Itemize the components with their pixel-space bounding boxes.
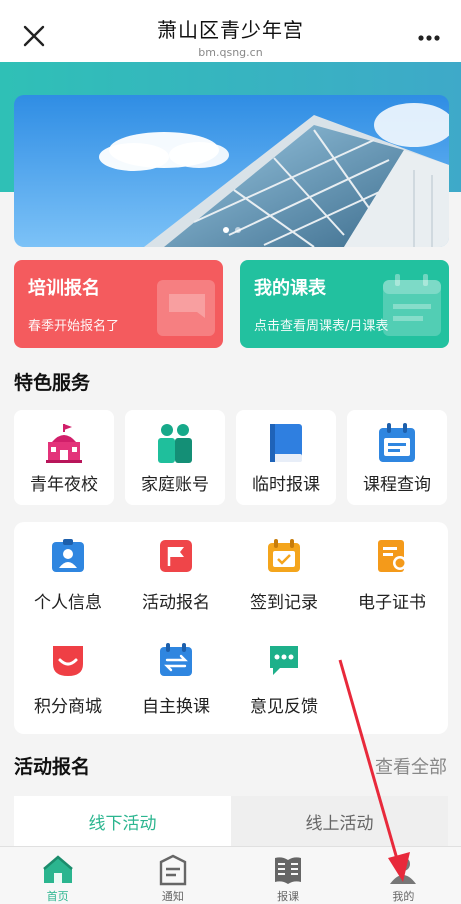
tab-offline-activity[interactable]: 线下活动 [14,796,231,846]
card-title: 培训报名 [28,278,100,299]
grid-item-activity-signup[interactable]: 活动报名 [122,522,230,622]
nav-notice[interactable]: 通知 [115,847,230,904]
grid-label: 自主换课 [142,697,210,717]
top-bar: 萧山区青少年宫 bm.qsng.cn [0,0,461,62]
profile-icon [52,539,84,572]
nav-label: 报课 [277,890,300,903]
feedback-icon [270,646,298,675]
nav-label: 我的 [392,890,415,903]
service-label: 青年夜校 [30,475,98,495]
shop-icon [53,646,83,676]
carousel-dot[interactable] [222,227,229,233]
function-grid: 个人信息 活动报名 签到记录 电子证书 积分商城 自主换课 意见反馈 [14,522,448,734]
family-icon [158,424,192,463]
card-subtitle: 春季开始报名了 [28,319,120,334]
card-title: 我的课表 [254,278,326,299]
flag-illustration-icon [157,280,215,336]
notice-icon [159,854,187,886]
grid-item-profile[interactable]: 个人信息 [14,522,122,622]
service-label: 临时报课 [252,475,320,495]
user-icon [390,857,417,884]
home-icon [42,855,73,883]
book-icon [270,424,302,462]
service-family-account[interactable]: 家庭账号 [125,410,225,505]
calendar-search-icon [379,423,415,462]
grid-label: 签到记录 [250,593,318,613]
view-all-link[interactable]: 查看全部 [375,753,447,779]
flag-icon [160,540,192,572]
grid-item-certificate[interactable]: 电子证书 [338,522,446,622]
grid-item-checkin[interactable]: 签到记录 [230,522,338,622]
grid-label: 活动报名 [142,593,210,613]
grid-label: 电子证书 [358,593,426,613]
service-label: 课程查询 [363,475,431,495]
books-icon [275,857,302,884]
grid-item-points-shop[interactable]: 积分商城 [14,626,122,726]
activity-section-title: 活动报名 [14,756,91,778]
service-label: 家庭账号 [141,475,209,495]
carousel-dot[interactable] [234,227,241,233]
bottom-nav: 首页 通知 报课 我的 [0,846,461,904]
nav-home[interactable]: 首页 [0,847,115,904]
grid-label: 意见反馈 [250,697,318,717]
tab-online-activity[interactable]: 线上活动 [231,796,448,846]
service-temporary-enroll[interactable]: 临时报课 [236,410,336,505]
my-schedule-card[interactable]: 我的课表 点击查看周课表/月课表 [240,260,449,348]
carousel-dots [14,227,449,233]
nav-label: 首页 [46,890,69,903]
service-course-query[interactable]: 课程查询 [347,410,447,505]
grid-label: 个人信息 [34,593,102,613]
school-icon [46,424,82,463]
nav-label: 通知 [161,890,184,903]
activity-tabs: 线下活动 线上活动 [14,796,448,846]
calendar-illustration-icon [383,274,441,336]
nav-enroll[interactable]: 报课 [231,847,346,904]
service-youth-night-school[interactable]: 青年夜校 [14,410,114,505]
card-subtitle: 点击查看周课表/月课表 [254,319,389,334]
training-signup-card[interactable]: 培训报名 春季开始报名了 [14,260,223,348]
grid-label: 积分商城 [34,697,102,717]
grid-item-course-swap[interactable]: 自主换课 [122,626,230,726]
grid-item-feedback[interactable]: 意见反馈 [230,626,338,726]
more-icon[interactable] [417,34,441,42]
checkin-icon [268,539,300,572]
nav-mine[interactable]: 我的 [346,847,461,904]
page-title: 萧山区青少年宫 [157,18,304,42]
banner-carousel[interactable] [14,95,449,247]
certificate-icon [378,540,407,572]
special-services-title: 特色服务 [14,372,91,394]
swap-icon [160,643,192,676]
title-area: 萧山区青少年宫 bm.qsng.cn [0,14,461,59]
page-subtitle: bm.qsng.cn [198,46,263,59]
building-photo [14,95,449,247]
